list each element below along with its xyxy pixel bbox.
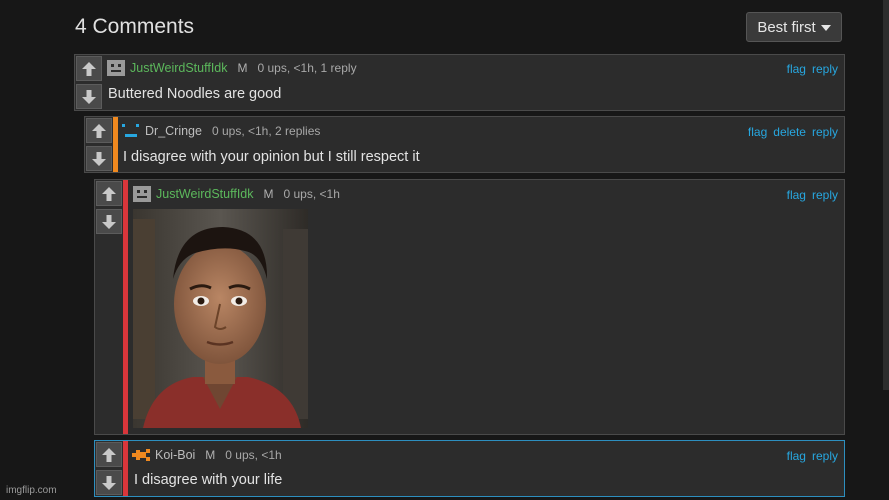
comment-actions: flag delete reply	[748, 125, 838, 139]
sort-dropdown[interactable]: Best first	[746, 12, 842, 42]
username-link[interactable]: Dr_Cringe	[145, 124, 202, 138]
downvote-button[interactable]	[96, 470, 122, 495]
arrow-down-icon	[102, 214, 116, 229]
reply-link[interactable]: reply	[812, 62, 838, 76]
reply-link[interactable]: reply	[812, 449, 838, 463]
flag-link[interactable]: flag	[787, 449, 806, 463]
comments-count-title: 4 Comments	[75, 15, 195, 38]
comment-4: Koi-Boi M 0 ups, <1h flag reply I disagr…	[94, 440, 845, 497]
arrow-down-icon	[102, 475, 116, 490]
upvote-button[interactable]	[76, 56, 102, 81]
comment-text: I disagree with your opinion but I still…	[123, 149, 420, 165]
vote-column	[95, 180, 123, 434]
comment-2: Dr_Cringe 0 ups, <1h, 2 replies flag del…	[84, 116, 845, 173]
comment-text: Buttered Noodles are good	[108, 86, 282, 102]
mod-badge: M	[263, 187, 274, 201]
sort-label: Best first	[757, 18, 816, 36]
thread-stripe	[123, 180, 128, 434]
arrow-up-icon	[102, 186, 116, 201]
comment-actions: flag reply	[787, 188, 838, 202]
reply-link[interactable]: reply	[812, 188, 838, 202]
downvote-button[interactable]	[86, 146, 112, 171]
flag-link[interactable]: flag	[787, 188, 806, 202]
caret-down-icon	[820, 25, 831, 31]
comment-image[interactable]	[133, 209, 308, 428]
downvote-button[interactable]	[96, 209, 122, 234]
robot-avatar-icon[interactable]	[133, 186, 151, 202]
comment-meta: JustWeirdStuffIdk M 0 ups, <1h	[133, 186, 340, 202]
arrow-up-icon	[102, 447, 116, 462]
username-link[interactable]: Koi-Boi	[155, 448, 195, 462]
upvote-button[interactable]	[86, 118, 112, 143]
comment-1: JustWeirdStuffIdk M 0 ups, <1h, 1 reply …	[74, 54, 845, 111]
arrow-up-icon	[82, 61, 96, 76]
face-avatar-icon[interactable]	[122, 123, 140, 139]
comment-text: I disagree with your life	[134, 472, 283, 488]
delete-link[interactable]: delete	[773, 125, 806, 139]
flag-link[interactable]: flag	[787, 62, 806, 76]
comment-actions: flag reply	[787, 449, 838, 463]
arrow-down-icon	[82, 89, 96, 104]
portrait-photo	[133, 209, 308, 428]
comment-stats: 0 ups, <1h, 1 reply	[257, 61, 357, 75]
robot-avatar-icon[interactable]	[107, 60, 125, 76]
comment-stats: 0 ups, <1h	[283, 187, 340, 201]
comment-meta: JustWeirdStuffIdk M 0 ups, <1h, 1 reply	[107, 60, 357, 76]
username-link[interactable]: JustWeirdStuffIdk	[130, 61, 228, 75]
pixel-avatar-icon[interactable]	[132, 447, 150, 463]
arrow-down-icon	[92, 151, 106, 166]
comment-meta: Dr_Cringe 0 ups, <1h, 2 replies	[122, 123, 320, 139]
thread-stripe	[113, 117, 118, 172]
comment-meta: Koi-Boi M 0 ups, <1h	[132, 447, 282, 463]
scrollbar[interactable]	[883, 0, 889, 390]
comment-stats: 0 ups, <1h, 2 replies	[211, 124, 321, 138]
flag-link[interactable]: flag	[748, 125, 767, 139]
username-link[interactable]: JustWeirdStuffIdk	[156, 187, 254, 201]
mod-badge: M	[205, 448, 216, 462]
vote-column	[85, 117, 113, 172]
vote-column	[95, 441, 123, 496]
arrow-up-icon	[92, 123, 106, 138]
watermark: imgflip.com	[6, 485, 57, 496]
comment-actions: flag reply	[787, 62, 838, 76]
upvote-button[interactable]	[96, 442, 122, 467]
thread-stripe	[123, 441, 128, 496]
vote-column	[75, 55, 103, 110]
downvote-button[interactable]	[76, 84, 102, 109]
reply-link[interactable]: reply	[812, 125, 838, 139]
comment-stats: 0 ups, <1h	[225, 448, 282, 462]
upvote-button[interactable]	[96, 181, 122, 206]
mod-badge: M	[237, 61, 248, 75]
